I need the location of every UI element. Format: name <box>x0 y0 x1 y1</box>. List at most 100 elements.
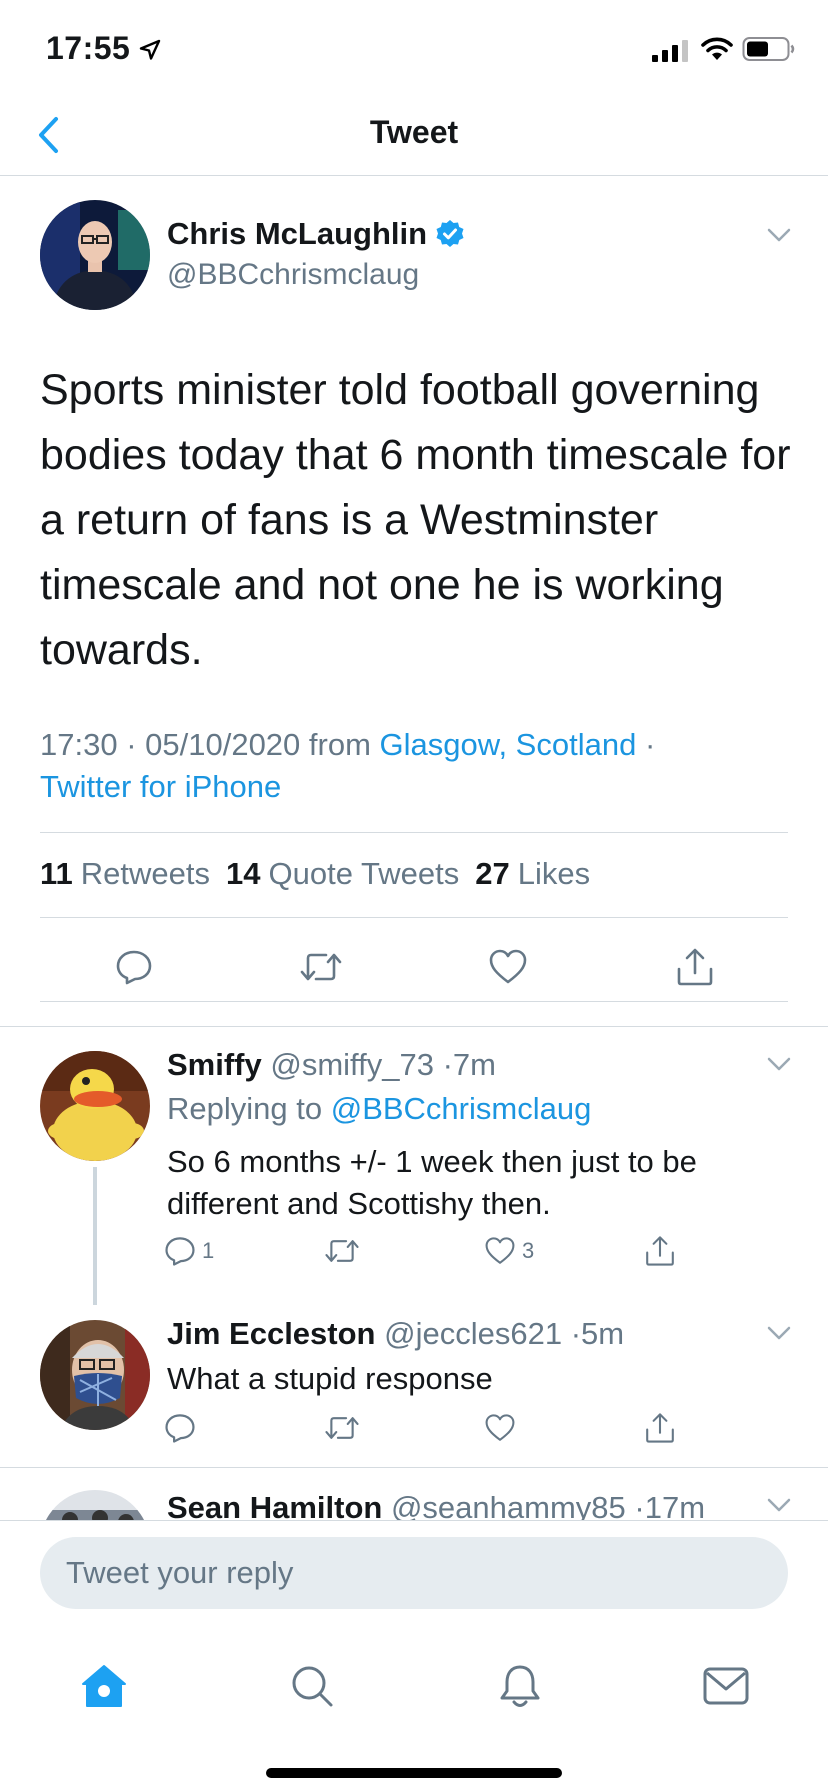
divider <box>40 832 788 833</box>
retweets-stat[interactable]: 11 Retweets <box>40 856 210 892</box>
retweet-button[interactable] <box>324 1235 384 1267</box>
author-name[interactable]: Chris McLaughlin <box>167 216 465 252</box>
author-name-text: Chris McLaughlin <box>167 216 428 251</box>
reply-composer: Tweet your reply <box>0 1520 828 1620</box>
like-button[interactable]: 3 <box>484 1235 544 1267</box>
reply-author-handle: @seanhammy85 <box>390 1490 626 1520</box>
chevron-down-icon[interactable] <box>764 1490 794 1520</box>
reply-button[interactable]: 1 <box>164 1235 224 1267</box>
reply-author-name[interactable]: Smiffy <box>167 1047 262 1082</box>
share-icon <box>646 1413 674 1443</box>
tweet-detail-screen: 17:55 Tweet Chris McLaughlin @BBCchrismc… <box>0 0 828 1792</box>
nav-bar: Tweet <box>0 100 828 176</box>
page-title: Tweet <box>369 114 459 150</box>
tab-home[interactable] <box>74 1656 134 1716</box>
chevron-down-icon[interactable] <box>764 1049 794 1079</box>
tab-messages[interactable] <box>696 1656 756 1716</box>
like-button[interactable] <box>484 1412 544 1444</box>
reply-header: Sean Hamilton @seanhammy85 ·17m <box>167 1490 705 1520</box>
reply-tweet[interactable]: Smiffy @smiffy_73 ·7m Replying to @BBCch… <box>0 1027 828 1312</box>
tweet-stats: 11 Retweets 14 Quote Tweets 27 Likes <box>40 856 590 892</box>
quote-tweets-stat[interactable]: 14 Quote Tweets <box>226 856 459 892</box>
reply-author-name[interactable]: Sean Hamilton <box>167 1490 382 1520</box>
thread-connector <box>93 1167 97 1305</box>
tweet-date: 05/10/2020 <box>145 727 301 762</box>
reply-button[interactable] <box>40 942 227 992</box>
heart-icon <box>485 1237 515 1264</box>
reply-text: What a stupid response <box>167 1361 493 1396</box>
status-bar: 17:55 <box>0 0 828 100</box>
chevron-down-icon[interactable] <box>764 220 794 250</box>
reply-tweet[interactable]: Sean Hamilton @seanhammy85 ·17m <box>0 1468 828 1520</box>
tab-search[interactable] <box>282 1656 342 1716</box>
home-icon <box>82 1665 126 1707</box>
author-handle: @BBCchrismclaug <box>167 258 420 291</box>
replying-to: Replying to @BBCchrismclaug <box>167 1091 591 1127</box>
reply-time: 17m <box>644 1490 706 1520</box>
tab-notifications[interactable] <box>490 1656 550 1716</box>
reply-icon <box>165 1237 195 1266</box>
reply-icon <box>165 1414 195 1443</box>
reply-avatar[interactable] <box>40 1051 150 1161</box>
avatar-image <box>40 1051 150 1161</box>
reply-time: 5m <box>581 1316 625 1351</box>
reply-actions <box>164 1412 704 1444</box>
search-icon <box>292 1666 333 1707</box>
battery-icon <box>742 37 795 61</box>
avatar-image <box>40 200 150 310</box>
like-count: 3 <box>522 1238 535 1263</box>
reply-icon <box>116 950 151 985</box>
heart-icon <box>489 949 526 984</box>
tweet-text: Sports minister told football governing … <box>40 366 791 674</box>
from-label: from <box>308 727 371 762</box>
reply-author-handle: @jeccles621 <box>384 1316 563 1351</box>
tab-bar <box>0 1620 828 1792</box>
share-icon <box>646 1236 674 1266</box>
reply-author-name[interactable]: Jim Eccleston <box>167 1316 375 1351</box>
reply-author-handle: @smiffy_73 <box>270 1047 434 1082</box>
verified-badge-icon <box>436 220 464 247</box>
retweet-icon <box>300 953 341 981</box>
reply-header: Smiffy @smiffy_73 ·7m <box>167 1047 496 1082</box>
replying-to-handle-link[interactable]: @BBCchrismclaug <box>331 1091 592 1126</box>
status-time: 17:55 <box>46 30 131 66</box>
reply-button[interactable] <box>164 1412 224 1444</box>
heart-icon <box>485 1414 515 1441</box>
reply-avatar[interactable] <box>40 1320 150 1430</box>
wifi-icon <box>701 37 733 60</box>
retweet-icon <box>325 1240 359 1262</box>
messages-icon <box>703 1667 749 1705</box>
share-button[interactable] <box>601 942 788 992</box>
share-button[interactable] <box>644 1235 704 1267</box>
reply-avatar[interactable] <box>40 1490 150 1520</box>
like-button[interactable] <box>414 942 601 992</box>
reply-tweet[interactable]: Jim Eccleston @jeccles621 ·5m What a stu… <box>0 1312 828 1467</box>
likes-stat[interactable]: 27 Likes <box>475 856 590 892</box>
retweet-button[interactable] <box>227 942 414 992</box>
reply-count: 1 <box>202 1238 215 1263</box>
replying-to-label: Replying to <box>167 1091 323 1126</box>
author-avatar[interactable] <box>40 200 150 310</box>
share-button[interactable] <box>644 1412 704 1444</box>
home-indicator[interactable] <box>266 1768 562 1778</box>
location-arrow-icon <box>139 39 161 60</box>
divider <box>40 1001 788 1002</box>
tweet-time: 17:30 <box>40 727 118 762</box>
divider <box>40 917 788 918</box>
cellular-signal-icon <box>652 40 688 62</box>
reply-text: So 6 months +/- 1 week then just to be d… <box>167 1144 697 1221</box>
reply-actions: 1 3 <box>164 1235 704 1267</box>
reply-header: Jim Eccleston @jeccles621 ·5m <box>167 1316 625 1351</box>
tweet-meta: 17:30 · 05/10/2020 from Glasgow, Scotlan… <box>40 727 656 804</box>
tweet-source-link[interactable]: Twitter for iPhone <box>40 769 281 804</box>
retweet-icon <box>325 1417 359 1439</box>
retweet-button[interactable] <box>324 1412 384 1444</box>
share-icon <box>677 948 712 986</box>
reply-input[interactable]: Tweet your reply <box>40 1537 788 1609</box>
tweet-location-link[interactable]: Glasgow, Scotland <box>380 727 637 762</box>
notifications-icon <box>500 1665 540 1707</box>
main-tweet-actions <box>40 942 788 992</box>
avatar-image <box>40 1320 150 1430</box>
chevron-down-icon[interactable] <box>764 1318 794 1348</box>
reply-time: 7m <box>452 1047 496 1082</box>
